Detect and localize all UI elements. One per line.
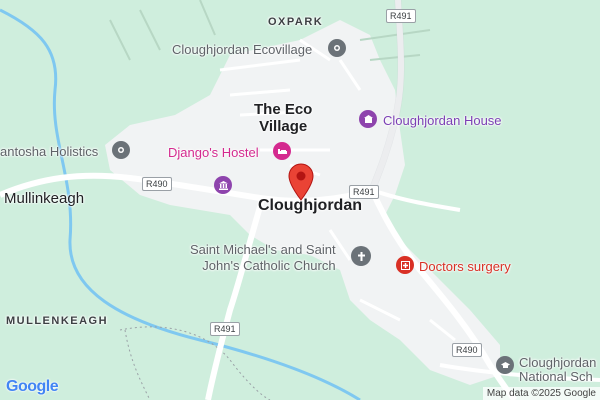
poi-label-line: Saint Michael's and Saint bbox=[190, 242, 336, 257]
poi-label-doctors[interactable]: Doctors surgery bbox=[419, 259, 511, 274]
town-label-eco-village[interactable]: The Eco Village bbox=[254, 101, 312, 135]
map-canvas[interactable]: OXPARK Mullinkeagh MULLENKEAGH The Eco V… bbox=[0, 0, 600, 400]
road-shield-r490: R490 bbox=[452, 343, 482, 357]
town-label-line: Village bbox=[259, 118, 308, 135]
location-pin-icon[interactable] bbox=[287, 163, 315, 201]
landmark-icon[interactable] bbox=[359, 110, 377, 128]
poi-label-hostel[interactable]: Django's Hostel bbox=[168, 145, 259, 160]
poi-label-house[interactable]: Cloughjordan House bbox=[383, 113, 502, 128]
google-logo: Google bbox=[6, 378, 59, 396]
poi-label-church[interactable]: Saint Michael's and Saint John's Catholi… bbox=[190, 242, 336, 274]
area-label-oxpark: OXPARK bbox=[268, 16, 324, 28]
road-shield-r491: R491 bbox=[349, 185, 379, 199]
poi-label-line: Cloughjordan bbox=[519, 355, 597, 370]
poi-label-ecovillage[interactable]: Cloughjordan Ecovillage bbox=[172, 42, 312, 57]
poi-label-line: National Sch bbox=[519, 369, 593, 384]
road-shield-r491: R491 bbox=[386, 9, 416, 23]
map-attribution[interactable]: Map data ©2025 Google bbox=[482, 387, 600, 400]
cross-icon[interactable] bbox=[351, 246, 371, 266]
medical-icon[interactable] bbox=[396, 256, 414, 274]
school-icon[interactable] bbox=[496, 356, 514, 374]
poi-label-school[interactable]: Cloughjordan National Sch bbox=[519, 356, 596, 384]
place-icon[interactable] bbox=[328, 39, 346, 57]
bed-icon[interactable] bbox=[273, 142, 291, 160]
road-shield-r490: R490 bbox=[142, 177, 172, 191]
poi-label-line: John's Catholic Church bbox=[202, 258, 336, 273]
town-label-line: The Eco bbox=[254, 101, 313, 118]
place-icon[interactable] bbox=[112, 141, 130, 159]
museum-icon[interactable] bbox=[214, 176, 232, 194]
area-label-mullinkeagh[interactable]: Mullinkeagh bbox=[4, 190, 84, 207]
logo-text: Google bbox=[6, 378, 59, 395]
poi-label-holistics[interactable]: antosha Holistics bbox=[0, 144, 98, 159]
area-label-mullenkeagh: MULLENKEAGH bbox=[6, 315, 109, 327]
road-shield-r491: R491 bbox=[210, 322, 240, 336]
